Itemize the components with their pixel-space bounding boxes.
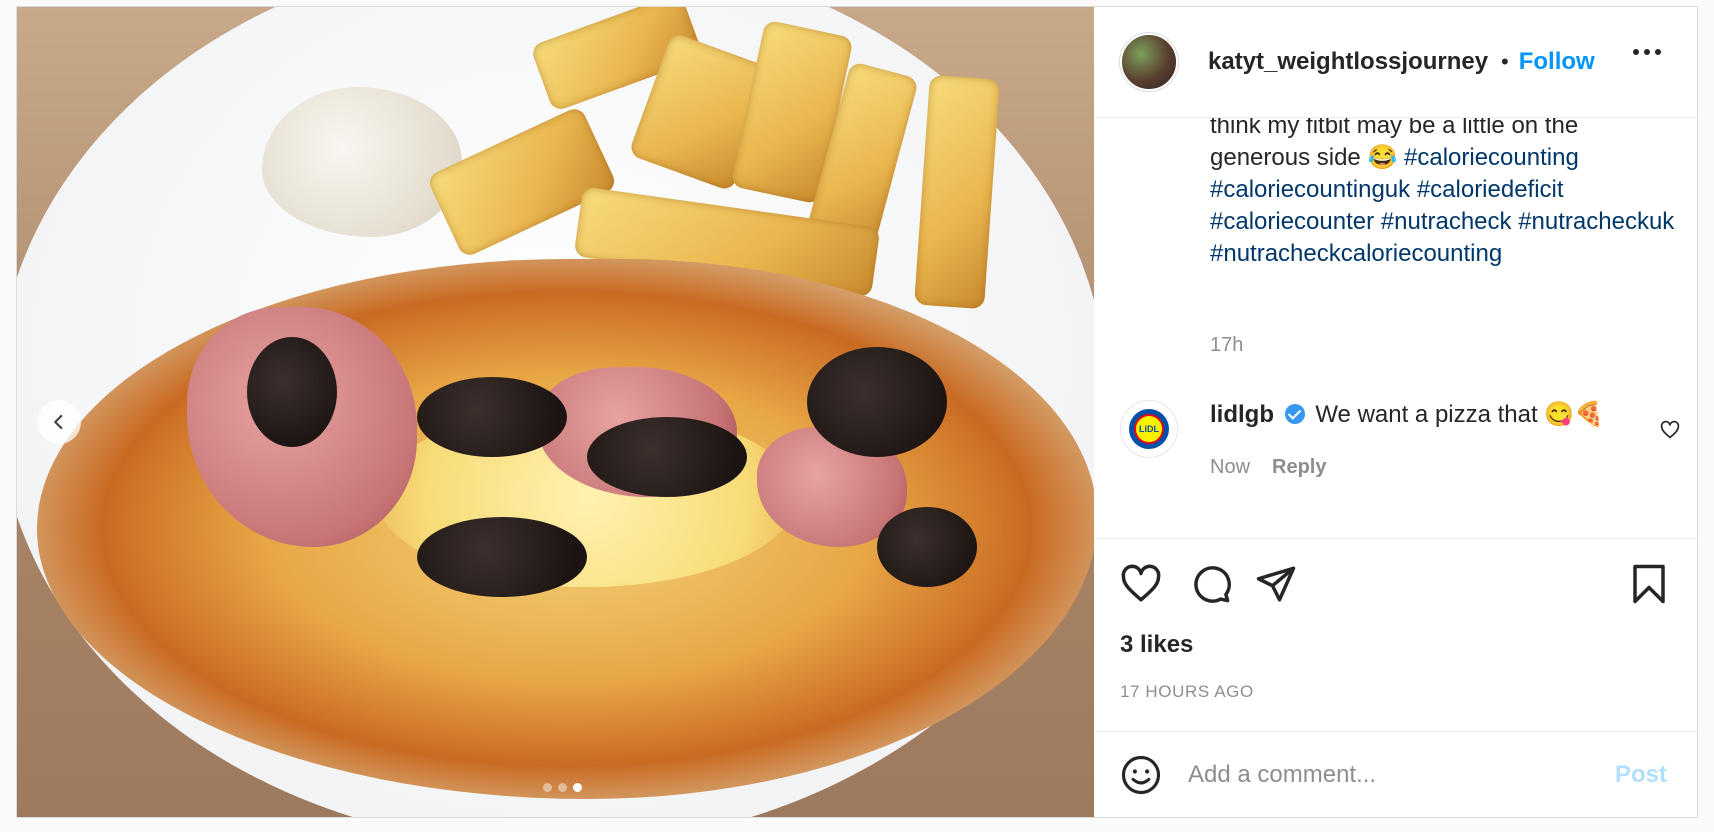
likes-count[interactable]: 3 likes xyxy=(1120,631,1193,659)
carousel-dot xyxy=(558,783,567,792)
carousel-prev-button[interactable] xyxy=(37,400,81,444)
comment-avatar[interactable]: LiDL xyxy=(1120,400,1178,458)
lidl-logo-text: LiDL xyxy=(1134,414,1164,444)
post-actions: 3 likes 17 HOURS AGO Post xyxy=(1094,538,1697,817)
carousel-dot xyxy=(543,783,552,792)
post-sidebar: katyt_weightlossjourney • Follow think m… xyxy=(1094,7,1697,817)
comment-input[interactable] xyxy=(1188,761,1588,789)
mushroom xyxy=(807,347,947,457)
hashtag-link[interactable]: #nutracheckcaloriecounting xyxy=(1210,240,1502,267)
hashtag-link[interactable]: #caloriedeficit xyxy=(1417,176,1564,203)
avatar[interactable] xyxy=(1120,33,1178,91)
more-dot-icon xyxy=(1633,49,1639,55)
comment-meta: Now Reply xyxy=(1210,456,1326,479)
reply-button[interactable]: Reply xyxy=(1272,456,1326,479)
instagram-post: katyt_weightlossjourney • Follow think m… xyxy=(16,6,1698,818)
more-options-button[interactable] xyxy=(1633,49,1661,55)
mushroom xyxy=(587,417,747,497)
post-image[interactable] xyxy=(17,7,1094,817)
carousel-indicator xyxy=(543,783,582,792)
separator: • xyxy=(1501,49,1509,74)
comment-time: Now xyxy=(1210,456,1251,478)
chevron-left-icon xyxy=(54,414,63,430)
more-dot-icon xyxy=(1644,49,1650,55)
post-header: katyt_weightlossjourney • Follow xyxy=(1094,7,1697,118)
save-bookmark-icon[interactable] xyxy=(1628,563,1670,605)
follow-button[interactable]: Follow xyxy=(1519,48,1595,76)
mushroom xyxy=(417,377,567,457)
add-comment-bar: Post xyxy=(1094,731,1697,818)
lidl-logo: LiDL xyxy=(1129,409,1169,449)
hashtag-link[interactable]: #caloriecounter xyxy=(1210,208,1374,235)
share-paper-plane-icon[interactable] xyxy=(1255,563,1297,605)
comments-scroll-area[interactable]: think my fitbit may be a little on the g… xyxy=(1094,118,1697,538)
like-heart-icon[interactable] xyxy=(1120,563,1162,605)
caption-timestamp[interactable]: 17h xyxy=(1210,334,1243,357)
comment-text: We want a pizza that 😋🍕 xyxy=(1315,401,1605,428)
hashtag-link[interactable]: #nutracheckuk xyxy=(1518,208,1674,235)
comment-username[interactable]: lidlgb xyxy=(1210,401,1274,428)
comment-like-heart-icon[interactable] xyxy=(1660,420,1680,440)
hashtag-link[interactable]: #caloriecountinguk xyxy=(1210,176,1410,203)
dip-sauce xyxy=(262,87,462,237)
mushroom xyxy=(417,517,587,597)
username[interactable]: katyt_weightlossjourney xyxy=(1208,48,1493,76)
action-icons xyxy=(1120,563,1670,609)
caption-text: think my fitbit may be a little on the g… xyxy=(1210,118,1680,270)
carousel-dot-active xyxy=(573,783,582,792)
more-dot-icon xyxy=(1655,49,1661,55)
hashtag-link[interactable]: #caloriecounting xyxy=(1404,144,1579,171)
comment-bubble-icon[interactable] xyxy=(1190,563,1232,605)
emoji-smiley-icon[interactable] xyxy=(1120,754,1162,796)
verified-badge-icon xyxy=(1284,404,1305,424)
hashtag-link[interactable]: #nutracheck xyxy=(1381,208,1512,235)
post-comment-button[interactable]: Post xyxy=(1615,761,1667,789)
comment-body: lidlgb We want a pizza that 😋🍕 xyxy=(1210,400,1650,430)
mushroom xyxy=(247,337,337,447)
post-timestamp[interactable]: 17 HOURS AGO xyxy=(1120,682,1254,702)
mushroom xyxy=(877,507,977,587)
